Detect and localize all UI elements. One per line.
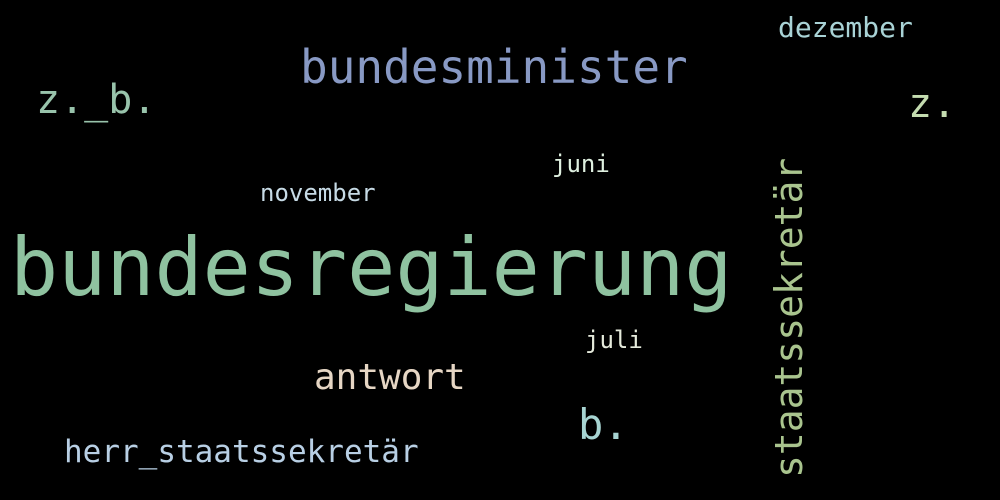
word-z: z. bbox=[908, 81, 957, 127]
word-antwort: antwort bbox=[314, 357, 466, 398]
word-juni: juni bbox=[552, 150, 610, 178]
word-cloud: bundesregierung bundesminister staatssek… bbox=[0, 0, 1000, 500]
word-november: november bbox=[260, 179, 376, 207]
word-bundesminister: bundesminister bbox=[300, 40, 688, 94]
word-b: b. bbox=[578, 400, 629, 449]
word-z-b: z._b. bbox=[36, 77, 157, 123]
word-staatssekretaer: staatssekretär bbox=[767, 157, 811, 478]
word-juli: juli bbox=[585, 326, 643, 354]
word-bundesregierung: bundesregierung bbox=[10, 221, 733, 314]
word-herr-staatssekretaer: herr_staatssekretär bbox=[64, 434, 419, 470]
word-dezember: dezember bbox=[778, 11, 913, 44]
